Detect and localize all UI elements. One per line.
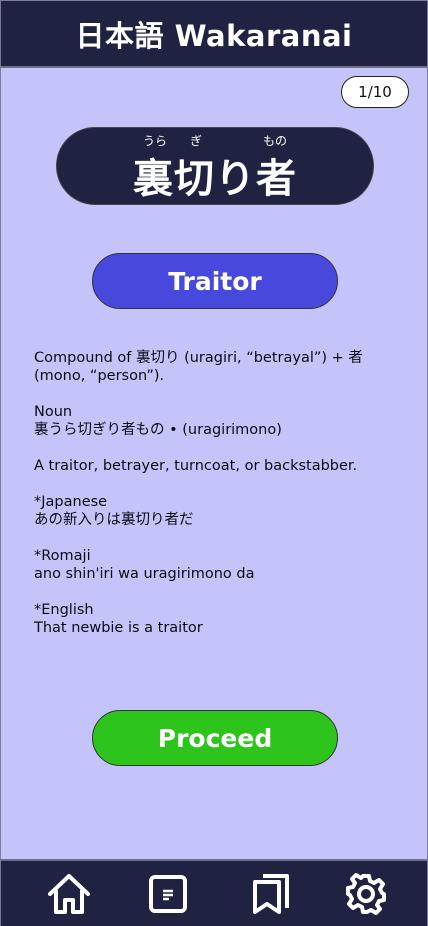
- app-title: 日本語 Wakaranai: [75, 18, 353, 53]
- nav-bookmarks-button[interactable]: [248, 871, 294, 917]
- nav-home-button[interactable]: [46, 871, 92, 917]
- part-of-speech: Noun: [34, 404, 73, 420]
- japanese-example: あの新入りは裏切り者だ: [34, 512, 194, 528]
- bookmarks-icon: [253, 874, 289, 914]
- romaji-example: ano shin'iri wa uragirimono da: [34, 566, 255, 582]
- romaji-example-block: *Romaji ano shin'iri wa uragirimono da: [34, 547, 404, 583]
- reading-text: 裏うら切ぎり者もの • (uragirimono): [34, 422, 282, 438]
- app-screen: 日本語 Wakaranai 1/10 うら ぎ もの 裏切り者 Traitor …: [0, 0, 428, 926]
- meaning-button[interactable]: Traitor: [92, 253, 338, 309]
- gloss-text: A traitor, betrayer, turncoat, or backst…: [34, 458, 358, 474]
- reading-block: Noun 裏うら切ぎり者もの • (uragirimono): [34, 403, 404, 439]
- progress-counter: 1/10: [341, 76, 409, 108]
- word-kanji: 裏切り者: [133, 156, 297, 202]
- english-example-block: *English That newbie is a traitor: [34, 601, 404, 637]
- english-example: That newbie is a traitor: [34, 620, 203, 636]
- etymology-text: Compound of 裏切り (uragiri, “betrayal”) + …: [34, 350, 363, 384]
- nav-word-list-button[interactable]: [145, 871, 191, 917]
- romaji-label: *Romaji: [34, 548, 91, 564]
- english-label: *English: [34, 602, 94, 618]
- proceed-button[interactable]: Proceed: [92, 710, 338, 766]
- japanese-label: *Japanese: [34, 494, 108, 510]
- nav-settings-button[interactable]: [343, 871, 389, 917]
- japanese-example-block: *Japanese あの新入りは裏切り者だ: [34, 493, 404, 529]
- app-header: 日本語 Wakaranai: [1, 1, 427, 68]
- word-card: うら ぎ もの 裏切り者: [56, 127, 374, 205]
- home-icon: [48, 874, 90, 914]
- bottom-navbar: [1, 859, 427, 926]
- gear-icon: [346, 873, 386, 915]
- document-icon: [149, 875, 187, 913]
- definition-panel: Compound of 裏切り (uragiri, “betrayal”) + …: [34, 349, 404, 655]
